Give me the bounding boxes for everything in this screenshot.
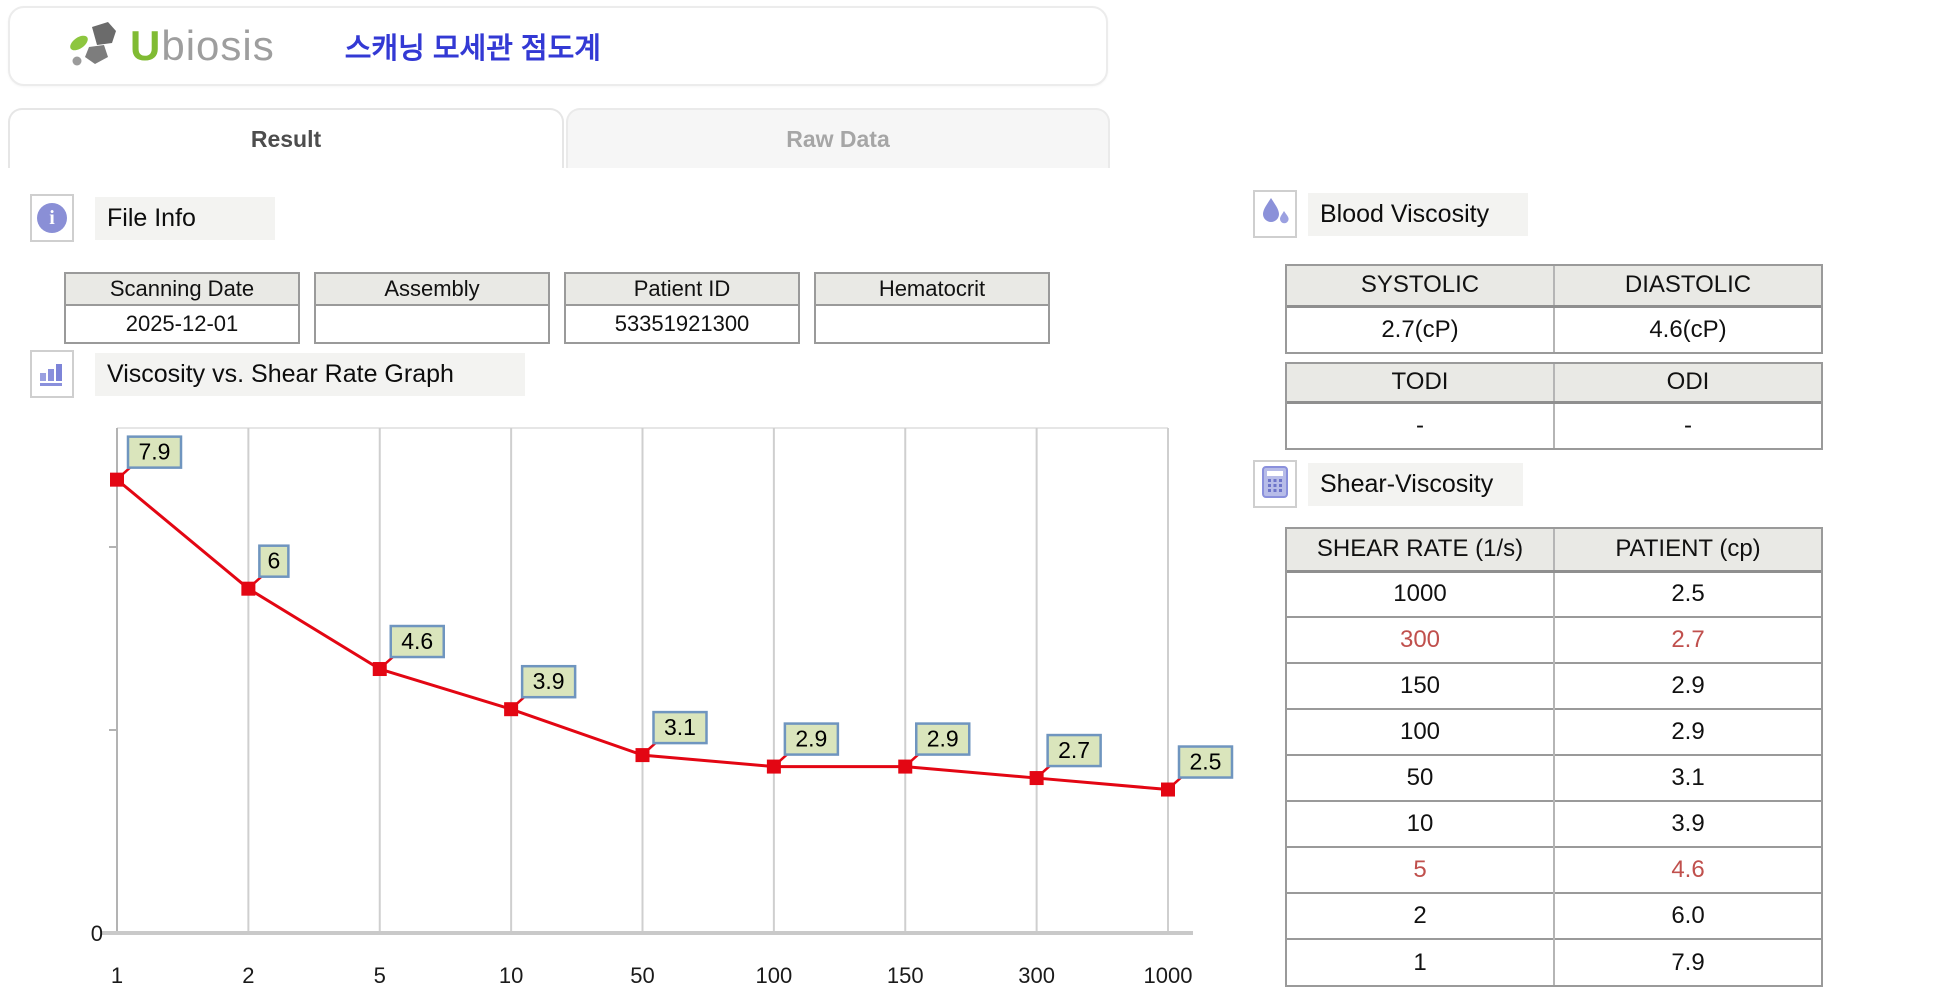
app-title: 스캐닝 모세관 점도계 <box>345 25 601 67</box>
data-point-label: 4.6 <box>401 628 433 654</box>
viscosity-shear-rate-chart: 01 2 5 10 50 100 150 300 1000 7.9 6 4.6 3.9 3.1 2.9 2.9… <box>60 418 1250 988</box>
field-value <box>816 306 1048 342</box>
file-info-section-title: File Info <box>95 197 275 240</box>
info-icon: i <box>37 203 67 233</box>
field-patient-id: Patient ID 53351921300 <box>564 272 800 344</box>
logo-text: Ubiosis <box>130 22 275 70</box>
field-value: 2025-12-01 <box>66 306 298 342</box>
x-tick-label: 100 <box>756 963 793 988</box>
table-row: 1002.9 <box>1287 709 1821 755</box>
column-header: SHEAR RATE (1/s) <box>1287 529 1554 571</box>
data-point-marker <box>767 760 781 774</box>
column-header: TODI <box>1287 364 1554 402</box>
shear-viscosity-icon-box <box>1253 460 1297 508</box>
column-header: PATIENT (cp) <box>1554 529 1821 571</box>
shear-viscosity-section-title: Shear-Viscosity <box>1308 463 1523 506</box>
data-point-marker <box>1161 783 1175 797</box>
data-point-marker <box>1030 771 1044 785</box>
droplets-icon <box>1258 195 1292 234</box>
x-tick-label: 5 <box>374 963 386 988</box>
shear-viscosity-table: SHEAR RATE (1/s) PATIENT (cp) 10002.5 30… <box>1285 527 1823 987</box>
column-header: DIASTOLIC <box>1554 266 1821 306</box>
field-hematocrit: Hematocrit <box>814 272 1050 344</box>
header-card: Ubiosis 스캐닝 모세관 점도계 <box>8 6 1108 86</box>
ubiosis-logo: Ubiosis <box>68 19 275 74</box>
data-point-label: 6 <box>267 548 280 574</box>
table-row: 54.6 <box>1287 847 1821 893</box>
data-point-label: 2.5 <box>1190 749 1222 775</box>
blood-viscosity-table: SYSTOLIC DIASTOLIC 2.7(cP) 4.6(cP) <box>1285 264 1823 354</box>
data-point-label: 3.1 <box>664 714 696 740</box>
field-value: 53351921300 <box>566 306 798 342</box>
data-point-label: 7.9 <box>139 439 171 465</box>
table-row: 1502.9 <box>1287 663 1821 709</box>
table-row: 503.1 <box>1287 755 1821 801</box>
table-row: 26.0 <box>1287 893 1821 939</box>
column-header: SYSTOLIC <box>1287 266 1554 306</box>
x-tick-label: 300 <box>1018 963 1055 988</box>
graph-icon-box <box>30 350 74 398</box>
table-row: 103.9 <box>1287 801 1821 847</box>
x-tick-label: 1000 <box>1144 963 1193 988</box>
table-row: 2.7(cP) 4.6(cP) <box>1287 306 1821 352</box>
todi-value: - <box>1287 402 1554 448</box>
field-label: Hematocrit <box>816 274 1048 306</box>
x-tick-label: 10 <box>499 963 523 988</box>
field-assembly: Assembly <box>314 272 550 344</box>
field-label: Scanning Date <box>66 274 298 306</box>
table-row: 3002.7 <box>1287 617 1821 663</box>
x-tick-label: 50 <box>630 963 654 988</box>
todi-odi-table: TODI ODI - - <box>1285 362 1823 450</box>
tab-result[interactable]: Result <box>8 108 564 168</box>
graph-section-title: Viscosity vs. Shear Rate Graph <box>95 353 525 396</box>
y-tick-label: 0 <box>91 921 103 946</box>
calculator-icon <box>1260 465 1290 504</box>
field-value <box>316 306 548 342</box>
data-point-label: 2.7 <box>1058 737 1090 763</box>
data-point-label: 3.9 <box>533 668 565 694</box>
file-info-icon-box: i <box>30 194 74 242</box>
field-scanning-date: Scanning Date 2025-12-01 <box>64 272 300 344</box>
data-point-marker <box>636 748 650 762</box>
table-row: - - <box>1287 402 1821 448</box>
data-point-marker <box>898 760 912 774</box>
bar-chart-icon <box>37 357 67 392</box>
field-label: Assembly <box>316 274 548 306</box>
x-tick-label: 150 <box>887 963 924 988</box>
data-point-marker <box>110 473 124 487</box>
tab-raw-data[interactable]: Raw Data <box>566 108 1110 168</box>
odi-value: - <box>1554 402 1821 448</box>
blood-viscosity-section-title: Blood Viscosity <box>1308 193 1528 236</box>
diastolic-value: 4.6(cP) <box>1554 306 1821 352</box>
data-point-marker <box>373 662 387 676</box>
column-header: ODI <box>1554 364 1821 402</box>
systolic-value: 2.7(cP) <box>1287 306 1554 352</box>
table-row: 17.9 <box>1287 939 1821 985</box>
ubiosis-leaf-icon <box>68 19 126 74</box>
data-point-marker <box>241 582 255 596</box>
x-tick-label: 1 <box>111 963 123 988</box>
blood-viscosity-icon-box <box>1253 190 1297 238</box>
data-point-label: 2.9 <box>927 726 959 752</box>
table-row: 10002.5 <box>1287 571 1821 617</box>
x-tick-label: 2 <box>242 963 254 988</box>
field-label: Patient ID <box>566 274 798 306</box>
data-point-label: 2.9 <box>795 726 827 752</box>
data-point-marker <box>504 702 518 716</box>
